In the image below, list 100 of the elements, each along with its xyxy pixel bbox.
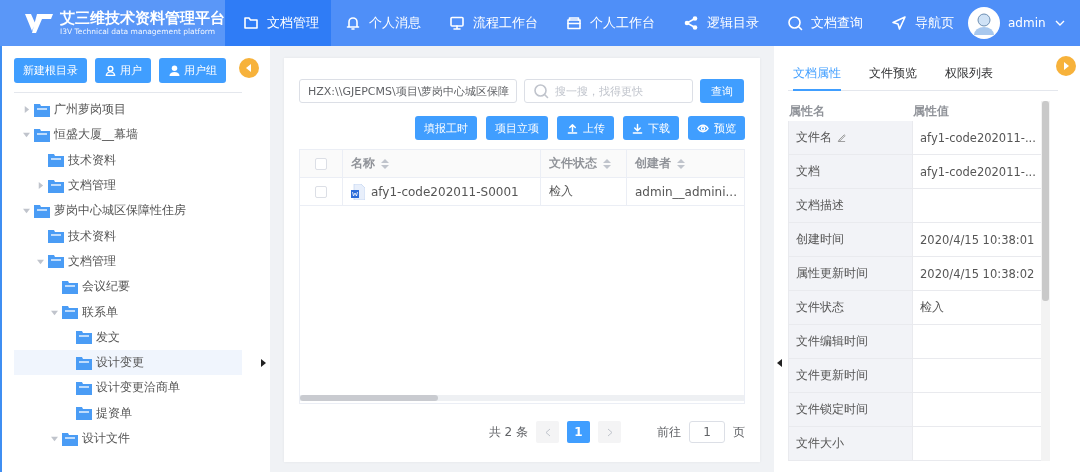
folder-icon <box>243 15 259 31</box>
tree-item[interactable]: 文档管理 <box>14 248 242 275</box>
path-field[interactable]: HZX:\\GJEPCMS\项目\萝岗中心城区保障 <box>299 79 517 103</box>
folder-icon <box>34 127 50 142</box>
property-name-cell: 创建时间 <box>789 223 913 256</box>
nav-tab[interactable]: 文档管理 <box>225 0 331 46</box>
folder-icon <box>48 153 64 168</box>
toolbar-button[interactable]: 用户 <box>95 58 151 83</box>
previous-page-button[interactable] <box>536 421 559 443</box>
caret-down-icon[interactable] <box>50 308 58 316</box>
property-value-cell-text: 2020/4/15 10:38:02 <box>919 265 1036 283</box>
toolbar-button[interactable]: 用户组 <box>159 58 226 83</box>
logo-icon <box>24 11 54 35</box>
column-header[interactable]: 文件状态 <box>541 150 627 177</box>
table-cell-text: admin__admini... <box>634 183 738 201</box>
page-suffix: 页 <box>733 423 745 441</box>
chevron-right-icon[interactable] <box>606 427 613 437</box>
folder-icon <box>76 355 92 370</box>
word-document-icon <box>351 183 365 200</box>
property-name-cell: 文件状态 <box>789 291 913 324</box>
tree-item[interactable]: 联系单 <box>14 299 242 325</box>
tree-item[interactable]: 设计变更洽商单 <box>14 375 242 401</box>
box-icon <box>566 15 582 31</box>
property-name-cell: 文档 <box>789 155 913 188</box>
panel-tab[interactable]: 文档属性 <box>793 60 841 91</box>
nav-tab[interactable]: 个人消息 <box>331 0 435 46</box>
tree-item[interactable]: 萝岗中心城区保障性住房 <box>14 198 242 224</box>
nav-tab[interactable]: 逻辑目录 <box>669 0 773 46</box>
tree-item[interactable]: 恒盛大厦__幕墙 <box>14 122 242 148</box>
sort-icon[interactable] <box>677 158 685 169</box>
property-value-cell-text: 检入 <box>919 299 945 316</box>
property-value-cell-text: afy1-code202011-... <box>919 163 1037 181</box>
tree-item[interactable]: 设计文件 <box>14 425 242 452</box>
avatar[interactable] <box>968 7 1000 39</box>
property-value-cell-text: 2020/4/15 10:38:01 <box>919 231 1036 249</box>
tree-item[interactable]: 广州萝岗项目 <box>14 97 242 123</box>
property-name-cell: 文件大小 <box>789 427 913 460</box>
sort-icon[interactable] <box>603 158 611 169</box>
nav-tab[interactable]: 个人工作台 <box>552 0 669 46</box>
chevron-left-icon[interactable] <box>544 427 551 437</box>
upload-icon <box>566 122 578 134</box>
action-button[interactable]: 填报工时 <box>415 116 477 140</box>
caret-down-icon[interactable] <box>22 207 30 215</box>
property-name-cell: 文件名 <box>789 121 913 154</box>
folder-icon <box>62 431 78 446</box>
property-value-cell-text: afy1-code202011-... <box>919 129 1037 147</box>
chevron-down-icon[interactable] <box>1053 19 1066 27</box>
column-header: 属性值 <box>912 103 950 119</box>
checkbox[interactable] <box>315 185 327 198</box>
panel-tab[interactable]: 文件预览 <box>869 60 917 91</box>
collapse-button[interactable] <box>239 58 259 78</box>
user-name[interactable]: admin <box>1008 16 1046 30</box>
expand-button[interactable] <box>1056 56 1076 76</box>
pencil-icon[interactable] <box>837 133 846 142</box>
checkbox[interactable] <box>315 157 327 170</box>
search-button[interactable]: 查询 <box>700 79 744 103</box>
tree-item[interactable]: 会议纪要 <box>14 274 242 300</box>
table-cell: 检入 <box>541 178 627 205</box>
action-button[interactable]: 上传 <box>557 116 614 140</box>
eye-icon <box>697 122 709 134</box>
caret-right-icon[interactable] <box>261 359 266 367</box>
caret-down-icon[interactable] <box>22 131 30 139</box>
navigation-arrow-icon <box>891 15 907 31</box>
horizontal-scrollbar[interactable] <box>300 395 744 401</box>
toolbar-button[interactable]: 新建根目录 <box>14 58 87 83</box>
user-icon <box>168 65 180 76</box>
tree-item[interactable]: 发文 <box>14 324 242 350</box>
folder-icon <box>34 102 50 117</box>
property-name-cell: 属性更新时间 <box>789 257 913 290</box>
page-input[interactable]: 1 <box>689 421 725 443</box>
caret-down-icon[interactable] <box>50 435 58 442</box>
vertical-scrollbar[interactable] <box>1041 101 1050 461</box>
monitor-icon <box>449 15 465 31</box>
share-icon <box>683 15 699 31</box>
tree-item[interactable]: 技术资料 <box>14 147 242 173</box>
folder-icon <box>48 178 64 193</box>
caret-left-icon[interactable] <box>777 359 782 367</box>
nav-tab[interactable]: 文档查询 <box>773 0 877 46</box>
folder-icon <box>62 279 78 294</box>
user-icon <box>104 65 116 76</box>
nav-tab[interactable]: 导航页 <box>877 0 968 46</box>
sort-icon[interactable] <box>381 158 389 169</box>
next-page-button[interactable] <box>598 421 621 443</box>
tree-item[interactable]: 技术资料 <box>14 223 242 249</box>
tree-item[interactable]: 文档管理 <box>14 172 242 199</box>
panel-tab[interactable]: 权限列表 <box>945 60 993 91</box>
bell-icon <box>345 15 361 31</box>
action-button[interactable]: 下载 <box>623 116 679 140</box>
column-header[interactable]: 创建者 <box>627 150 744 177</box>
column-header[interactable]: 名称 <box>343 150 541 177</box>
tree-item[interactable]: 设计变更 <box>14 349 242 376</box>
caret-down-icon[interactable] <box>36 257 44 265</box>
page-button[interactable]: 1 <box>567 421 590 443</box>
search-icon <box>533 83 549 99</box>
action-button[interactable]: 项目立项 <box>486 116 548 140</box>
folder-icon <box>76 330 92 345</box>
tree-item[interactable]: 提资单 <box>14 400 242 426</box>
nav-tab[interactable]: 流程工作台 <box>435 0 552 46</box>
action-button[interactable]: 预览 <box>688 116 745 140</box>
total-count: 共 2 条 <box>488 423 528 441</box>
